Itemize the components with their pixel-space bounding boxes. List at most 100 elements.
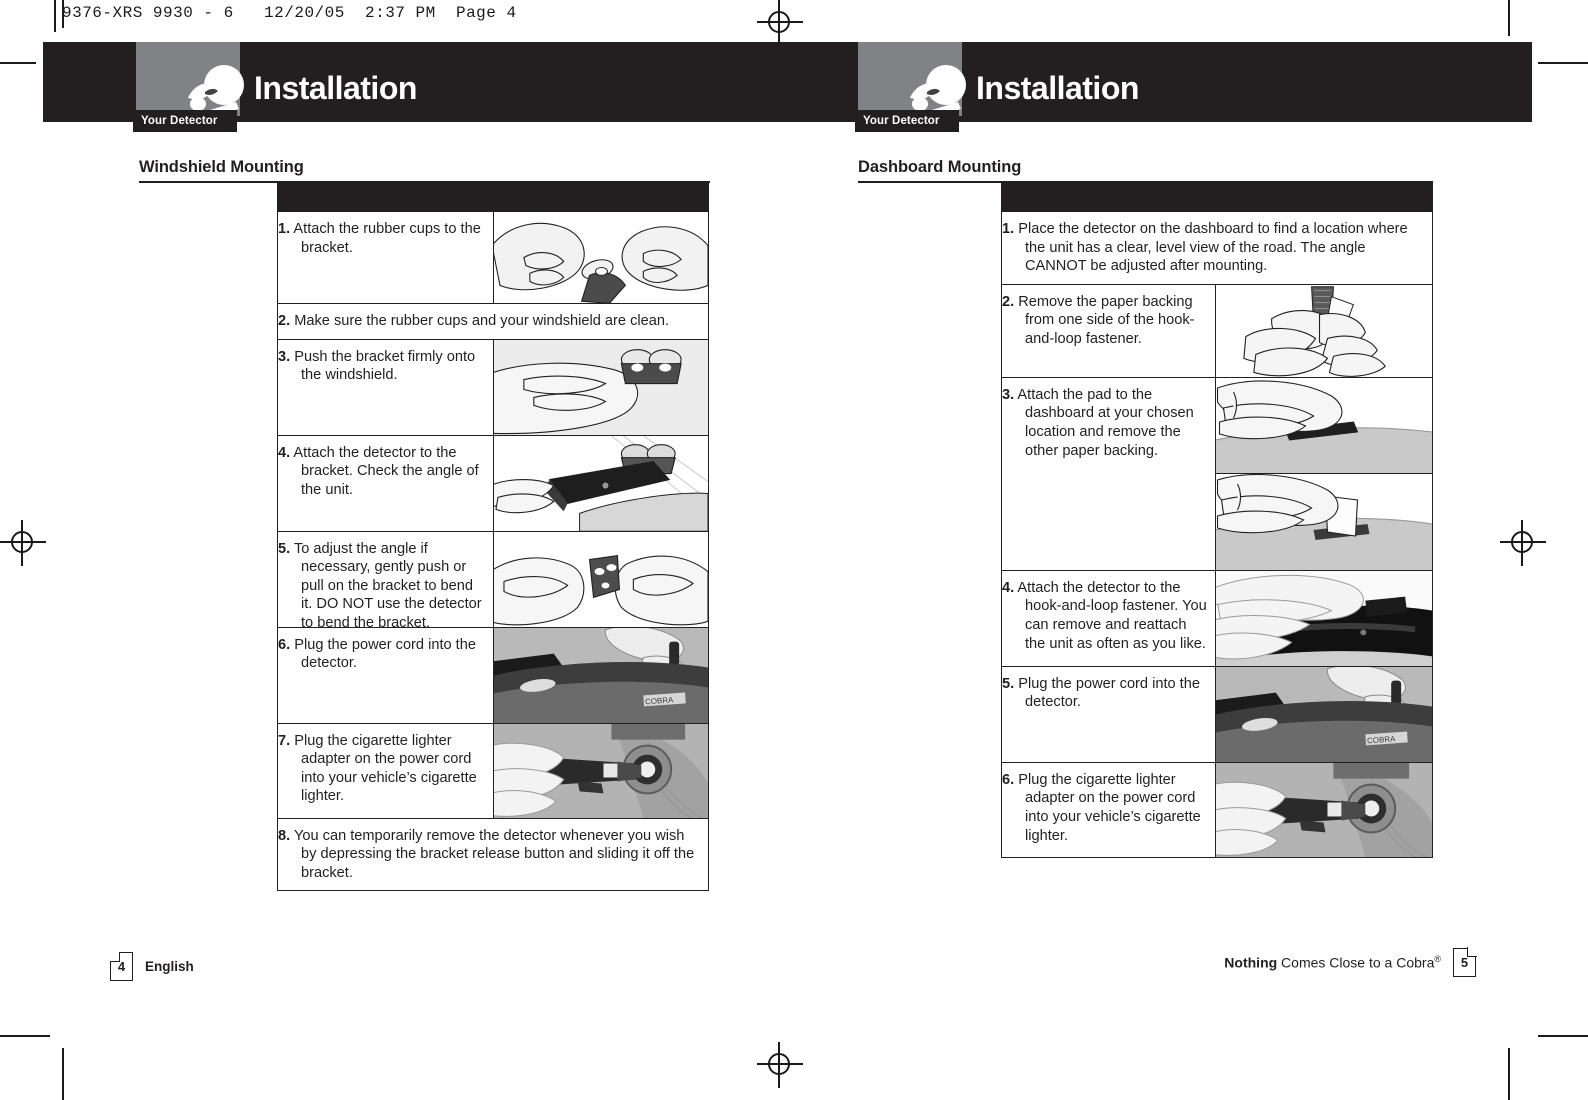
dashboard-steps-table: 1. Place the detector on the dashboard t… xyxy=(1001,182,1433,858)
step-number: 5. xyxy=(278,540,291,557)
page-number: 4 xyxy=(117,959,126,974)
registration-mark-top-center xyxy=(757,0,803,46)
left-page-footer: 4 English xyxy=(110,952,194,981)
step-body: Plug the power cord into the detector. xyxy=(1018,675,1200,711)
page-number-icon: 4 xyxy=(110,952,133,981)
step-text: 1. Place the detector on the dashboard t… xyxy=(1002,212,1432,284)
right-section-title: Dashboard Mounting xyxy=(858,158,1022,176)
attach-detector-bracket-illustration xyxy=(493,435,708,531)
step-text: 4. Attach the detector to the bracket. C… xyxy=(278,436,493,531)
cigarette-lighter-adapter-photo xyxy=(1215,762,1432,857)
step-text: 1. Attach the rubber cups to the bracket… xyxy=(278,212,493,303)
tagline: Nothing Comes Close to a Cobra® xyxy=(1224,954,1441,971)
step-body: Plug the cigarette lighter adapter on th… xyxy=(1018,771,1201,844)
step-body: Plug the cigarette lighter adapter on th… xyxy=(294,732,477,805)
step-text: 3. Push the bracket firmly onto the wind… xyxy=(278,340,493,435)
table-row: 3. Push the bracket firmly onto the wind… xyxy=(278,338,708,435)
table-row: 6. Plug the cigarette lighter adapter on… xyxy=(1002,761,1432,857)
registration-mark-bottom-center xyxy=(757,1042,803,1088)
crop-mark-bottom-right-vertical xyxy=(1508,1048,1510,1100)
attach-detector-fastener-photo xyxy=(1215,570,1432,666)
table-row: 7. Plug the cigarette lighter adapter on… xyxy=(278,722,708,818)
crop-mark-top-right-horizontal xyxy=(1538,62,1588,64)
plug-power-cord-detector-photo: COBRA xyxy=(1215,666,1432,762)
right-header-badge: Your Detector xyxy=(855,110,959,132)
registered-mark: ® xyxy=(1434,954,1441,965)
step-text: 7. Plug the cigarette lighter adapter on… xyxy=(278,724,493,818)
table-row: 2. Make sure the rubber cups and your wi… xyxy=(278,303,708,339)
table-row: 3. Attach the pad to the dashboard at yo… xyxy=(1002,376,1432,570)
cigarette-lighter-adapter-photo xyxy=(493,723,708,818)
step-text: 4. Attach the detector to the hook-and-l… xyxy=(1002,571,1215,666)
crop-mark-bottom-right-horizontal xyxy=(1538,1035,1588,1037)
step-number: 7. xyxy=(278,732,291,749)
table-row: 4. Attach the detector to the hook-and-l… xyxy=(1002,569,1432,666)
tagline-bold: Nothing xyxy=(1224,954,1278,971)
step-body: Attach the rubber cups to the bracket. xyxy=(293,221,481,256)
step-body: Remove the paper backing from one side o… xyxy=(1018,293,1195,347)
step-text: 6. Plug the cigarette lighter adapter on… xyxy=(1002,763,1215,857)
table-row: 1. Place the detector on the dashboard t… xyxy=(1002,211,1432,284)
step-number: 2. xyxy=(1002,293,1015,310)
table-row: 4. Attach the detector to the bracket. C… xyxy=(278,434,708,531)
step-body: Make sure the rubber cups and your winds… xyxy=(294,313,670,329)
step-body: Attach the detector to the hook-and-loop… xyxy=(1017,579,1207,652)
step-text: 6. Plug the power cord into the detector… xyxy=(278,628,493,723)
step-number: 4. xyxy=(278,444,291,461)
step-number: 8. xyxy=(278,827,291,844)
step-number: 1. xyxy=(278,221,291,237)
step-body: Attach the pad to the dashboard at your … xyxy=(1017,386,1194,459)
table-row: 5. Plug the power cord into the detector… xyxy=(1002,665,1432,762)
prepress-slug: 9376-XRS 9930 - 6 12/20/05 2:37 PM Page … xyxy=(62,4,517,22)
step-number: 2. xyxy=(278,313,291,329)
registration-mark-right-middle xyxy=(1500,520,1546,566)
step-body: Push the bracket firmly onto the windshi… xyxy=(294,348,476,384)
page-number: 5 xyxy=(1460,955,1469,970)
step-text: 8. You can temporarily remove the detect… xyxy=(278,819,708,891)
table-row: 2. Remove the paper backing from one sid… xyxy=(1002,283,1432,377)
crop-mark-top-right-vertical xyxy=(1508,0,1510,36)
step-body: Plug the power cord into the detector. xyxy=(294,636,476,672)
step-body: You can temporarily remove the detector … xyxy=(293,827,695,881)
step-text: 2. Remove the paper backing from one sid… xyxy=(1002,285,1215,377)
step-number: 5. xyxy=(1002,675,1015,692)
table-row: 5. To adjust the angle if necessary, gen… xyxy=(278,530,708,631)
language-label: English xyxy=(145,959,194,974)
registration-mark-left-middle xyxy=(0,520,46,566)
attach-rubber-cups-illustration xyxy=(493,212,708,303)
remove-other-backing-illustration-bottom xyxy=(1216,472,1432,570)
right-page-footer: Nothing Comes Close to a Cobra® 5 xyxy=(1224,947,1477,977)
step-text: 5. Plug the power cord into the detector… xyxy=(1002,667,1215,762)
attach-pad-dashboard-illustration xyxy=(1215,377,1432,570)
right-table-caption-bar xyxy=(1002,183,1432,211)
step-number: 3. xyxy=(1002,386,1015,403)
left-section: Windshield Mounting xyxy=(139,158,710,183)
crop-mark-bottom-left-vertical xyxy=(62,1048,64,1100)
table-row: 6. Plug the power cord into the detector… xyxy=(278,626,708,723)
crop-mark-bottom-left-horizontal xyxy=(0,1035,50,1037)
push-bracket-windshield-illustration xyxy=(493,339,708,435)
step-body: Attach the detector to the bracket. Chec… xyxy=(293,444,479,498)
step-number: 4. xyxy=(1002,579,1015,596)
attach-pad-illustration-top xyxy=(1216,377,1432,473)
step-number: 6. xyxy=(1002,771,1015,788)
table-row: 8. You can temporarily remove the detect… xyxy=(278,817,708,891)
step-text: 3. Attach the pad to the dashboard at yo… xyxy=(1002,378,1215,570)
step-body: To adjust the angle if necessary, gently… xyxy=(293,540,482,631)
page-number-icon: 5 xyxy=(1453,947,1477,977)
left-header-badge: Your Detector xyxy=(133,110,237,132)
step-number: 6. xyxy=(278,636,291,653)
tagline-rest: Comes Close to a Cobra xyxy=(1277,954,1435,971)
left-page-title: Installation xyxy=(254,70,417,106)
step-body: Place the detector on the dashboard to f… xyxy=(1018,221,1408,275)
step-number: 3. xyxy=(278,348,291,365)
right-section: Dashboard Mounting xyxy=(858,158,1433,183)
slug-rule xyxy=(54,0,56,32)
remove-paper-backing-illustration xyxy=(1215,284,1432,377)
right-page-title: Installation xyxy=(976,70,1139,106)
left-section-title: Windshield Mounting xyxy=(139,158,304,176)
windshield-steps-table: 1. Attach the rubber cups to the bracket… xyxy=(277,182,709,892)
step-text: 5. To adjust the angle if necessary, gen… xyxy=(278,532,493,631)
step-text: 2. Make sure the rubber cups and your wi… xyxy=(278,304,708,339)
plug-power-cord-detector-photo: COBRA xyxy=(493,627,708,723)
